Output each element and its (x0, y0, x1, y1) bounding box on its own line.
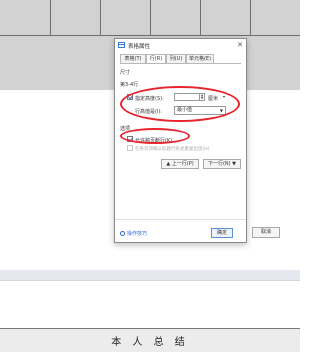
table-grid-line (0, 35, 300, 36)
table-grid-line (100, 0, 101, 35)
document-body-lower[interactable] (0, 280, 300, 329)
previous-row-button[interactable]: ▲ 上一行(P) (161, 159, 199, 169)
page-gap (0, 270, 300, 280)
row-range-label: 第3-4行 (120, 82, 139, 88)
tips-link[interactable]: 操作技巧 (120, 230, 147, 237)
tab-divider (120, 63, 241, 64)
table-grid-line (150, 0, 151, 35)
tab-table[interactable]: 表格(T) (120, 54, 146, 63)
ok-button[interactable]: 确定 (211, 228, 233, 238)
annotation-oval-row-break (120, 128, 190, 144)
cancel-button[interactable]: 取消 (252, 227, 280, 238)
tab-cell[interactable]: 单元格(E) (186, 54, 214, 63)
footer-text: 本 人 总 结 (111, 337, 189, 348)
tab-column[interactable]: 列(U) (166, 54, 186, 63)
dialog-titlebar[interactable]: 表格属性 ✕ (115, 39, 246, 51)
table-grid-line (200, 0, 201, 35)
close-icon[interactable]: ✕ (237, 41, 243, 49)
help-icon (120, 231, 125, 236)
table-grid-line (50, 0, 51, 35)
tips-link-label: 操作技巧 (127, 231, 148, 237)
document-footer-row[interactable]: 本 人 总 结 (0, 328, 300, 352)
repeat-header-checkbox[interactable] (127, 145, 133, 151)
dialog-title: 表格属性 (128, 44, 151, 50)
next-row-button[interactable]: 下一行(N) ▼ (203, 159, 241, 169)
dialog-footer-divider (115, 219, 246, 220)
table-grid-line (250, 0, 251, 35)
table-icon (118, 42, 125, 48)
size-section-label: 尺寸 (120, 70, 131, 76)
annotation-oval-height (120, 86, 240, 122)
repeat-header-label: 在各页顶端以标题行形式重复出现(H) (135, 147, 210, 152)
